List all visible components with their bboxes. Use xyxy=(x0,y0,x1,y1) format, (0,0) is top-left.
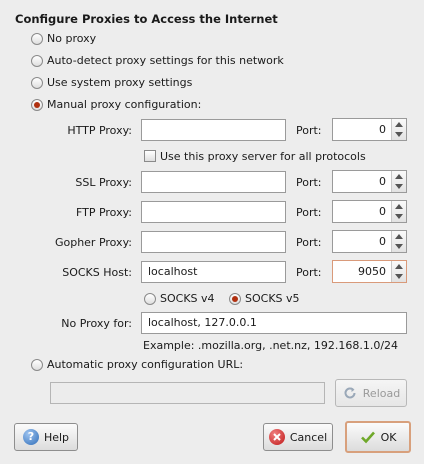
http-port-value: 0 xyxy=(379,123,386,136)
reload-icon xyxy=(342,385,358,401)
help-button[interactable]: ? Help xyxy=(14,423,78,451)
radio-system-proxy[interactable] xyxy=(31,77,43,89)
cancel-button[interactable]: Cancel xyxy=(263,423,333,451)
chevron-down-icon[interactable] xyxy=(395,214,403,219)
socks-port-spinner[interactable]: 9050 xyxy=(332,260,407,283)
socks-port-label: Port: xyxy=(296,266,322,279)
checkmark-icon xyxy=(360,429,376,445)
chevron-up-icon[interactable] xyxy=(395,122,403,127)
help-label: Help xyxy=(43,430,70,444)
gopher-port-spinner[interactable]: 0 xyxy=(332,230,407,253)
gopher-port-label: Port: xyxy=(296,236,322,249)
ssl-port-label: Port: xyxy=(296,176,322,189)
chevron-up-icon[interactable] xyxy=(395,204,403,209)
cancel-icon xyxy=(268,429,285,445)
no-proxy-label[interactable]: No proxy xyxy=(47,32,96,45)
chevron-down-icon[interactable] xyxy=(395,244,403,249)
ftp-port-arrows[interactable] xyxy=(391,201,406,222)
http-proxy-label: HTTP Proxy: xyxy=(67,124,132,137)
chevron-down-icon[interactable] xyxy=(395,132,403,137)
no-proxy-example: Example: .mozilla.org, .net.nz, 192.168.… xyxy=(143,339,399,352)
chevron-up-icon[interactable] xyxy=(395,174,403,179)
socks-v5-label[interactable]: SOCKS v5 xyxy=(245,292,300,305)
dialog-title: Configure Proxies to Access the Internet xyxy=(15,12,278,26)
http-port-spinner[interactable]: 0 xyxy=(332,118,407,141)
chevron-down-icon[interactable] xyxy=(395,274,403,279)
share-proxy-checkbox[interactable] xyxy=(144,150,156,162)
ok-button[interactable]: OK xyxy=(345,421,411,453)
auto-config-url-label[interactable]: Automatic proxy configuration URL: xyxy=(47,358,243,371)
auto-config-url-input[interactable] xyxy=(50,382,325,404)
ftp-port-value: 0 xyxy=(379,205,386,218)
gopher-proxy-input[interactable] xyxy=(141,231,286,253)
ssl-proxy-input[interactable] xyxy=(141,171,286,193)
ssl-port-spinner[interactable]: 0 xyxy=(332,170,407,193)
radio-socks-v5[interactable] xyxy=(229,293,241,305)
reload-label: Reload xyxy=(362,386,401,400)
socks-host-label: SOCKS Host: xyxy=(62,266,132,279)
share-proxy-label[interactable]: Use this proxy server for all protocols xyxy=(160,150,366,163)
radio-socks-v4[interactable] xyxy=(144,293,156,305)
socks-port-arrows[interactable] xyxy=(391,261,406,282)
ftp-proxy-label: FTP Proxy: xyxy=(75,206,132,219)
ftp-proxy-input[interactable] xyxy=(141,201,286,223)
chevron-up-icon[interactable] xyxy=(395,264,403,269)
ssl-proxy-label: SSL Proxy: xyxy=(75,176,132,189)
manual-proxy-label[interactable]: Manual proxy configuration: xyxy=(47,98,201,111)
auto-detect-label[interactable]: Auto-detect proxy settings for this netw… xyxy=(47,54,284,67)
radio-manual-proxy[interactable] xyxy=(31,99,43,111)
chevron-up-icon[interactable] xyxy=(395,234,403,239)
ftp-port-label: Port: xyxy=(296,206,322,219)
ok-label: OK xyxy=(380,430,397,444)
radio-no-proxy[interactable] xyxy=(31,33,43,45)
help-icon: ? xyxy=(22,429,39,445)
socks-port-value: 9050 xyxy=(358,265,386,278)
http-port-label: Port: xyxy=(296,124,322,137)
gopher-proxy-label: Gopher Proxy: xyxy=(54,236,132,249)
gopher-port-value: 0 xyxy=(379,235,386,248)
ssl-port-arrows[interactable] xyxy=(391,171,406,192)
no-proxy-for-input[interactable]: localhost, 127.0.0.1 xyxy=(141,312,407,334)
socks-v4-label[interactable]: SOCKS v4 xyxy=(160,292,215,305)
radio-auto-detect[interactable] xyxy=(31,55,43,67)
gopher-port-arrows[interactable] xyxy=(391,231,406,252)
cancel-label: Cancel xyxy=(289,430,328,444)
no-proxy-for-label: No Proxy for: xyxy=(61,317,132,330)
ssl-port-value: 0 xyxy=(379,175,386,188)
socks-host-input[interactable]: localhost xyxy=(141,261,286,283)
reload-button[interactable]: Reload xyxy=(335,379,407,407)
http-port-arrows[interactable] xyxy=(391,119,406,140)
chevron-down-icon[interactable] xyxy=(395,184,403,189)
system-proxy-label[interactable]: Use system proxy settings xyxy=(47,76,192,89)
http-proxy-input[interactable] xyxy=(141,119,286,141)
radio-auto-config-url[interactable] xyxy=(31,359,43,371)
ftp-port-spinner[interactable]: 0 xyxy=(332,200,407,223)
